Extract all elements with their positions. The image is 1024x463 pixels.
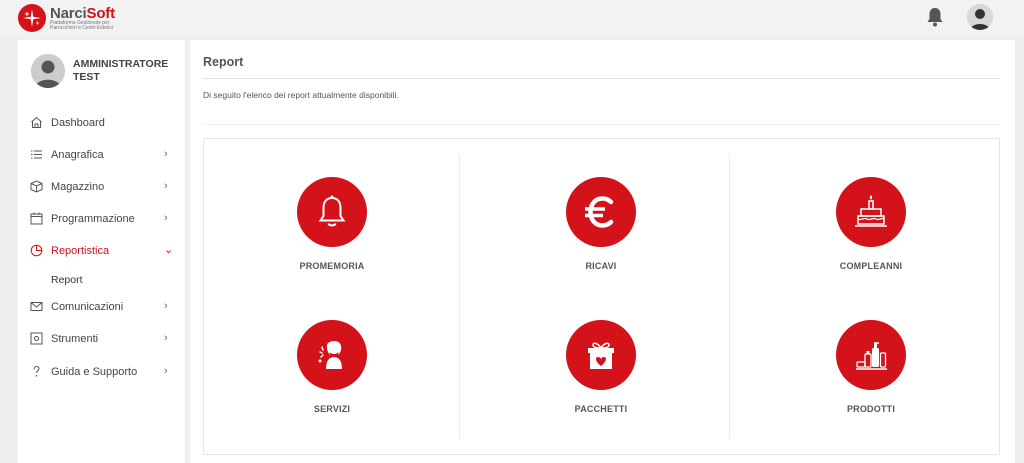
sidebar-item-label: Programmazione — [51, 213, 135, 225]
user-profile: AMMINISTRATORE TEST — [31, 54, 181, 94]
euro-icon — [566, 177, 636, 247]
notifications-bell-icon[interactable] — [925, 6, 945, 28]
birthday-cake-icon — [836, 177, 906, 247]
sidebar-item-label: Guida e Supporto — [51, 366, 138, 378]
report-tile-servizi[interactable]: SERVIZI — [242, 320, 422, 440]
sidebar-item-label: Dashboard — [51, 117, 105, 129]
calendar-icon — [30, 212, 43, 225]
envelope-icon — [30, 300, 43, 313]
avatar — [31, 54, 65, 88]
sidebar-item-comunicazioni[interactable]: Comunicazioni › — [18, 296, 185, 318]
report-tile-ricavi[interactable]: RICAVI — [511, 177, 691, 297]
home-icon — [30, 116, 43, 129]
chevron-right-icon: › — [164, 365, 168, 377]
report-label: SERVIZI — [313, 404, 351, 414]
sidebar-subitem-report[interactable]: Report — [51, 274, 83, 286]
sidebar-item-label: Reportistica — [51, 245, 110, 257]
report-label: PROMEMORIA — [299, 261, 365, 271]
logo[interactable]: NarciSoft Piattaforma Gestionale per Par… — [18, 3, 120, 33]
cosmetic-products-icon — [836, 320, 906, 390]
logo-tagline: Piattaforma Gestionale per Parrucchieri … — [50, 19, 114, 31]
chevron-right-icon: › — [164, 332, 168, 344]
question-icon — [30, 365, 43, 378]
report-label: COMPLEANNI — [839, 261, 903, 271]
gift-box-icon — [566, 320, 636, 390]
report-tile-compleanni[interactable]: COMPLEANNI — [781, 177, 961, 297]
page-title: Report — [203, 55, 244, 69]
main-content: Report Di seguito l'elenco dei report at… — [190, 40, 1015, 463]
page-description: Di seguito l'elenco dei report attualmen… — [203, 90, 399, 100]
bell-icon — [297, 177, 367, 247]
report-label: PRODOTTI — [846, 404, 896, 414]
report-grid: PROMEMORIA RICAVI COMPLEANNI SERVIZI PAC… — [203, 138, 1000, 455]
sidebar-item-label: Anagrafica — [51, 149, 104, 161]
sidebar-item-label: Strumenti — [51, 333, 99, 345]
box-icon — [30, 180, 43, 193]
chevron-right-icon: › — [164, 212, 168, 224]
description-divider — [203, 124, 1000, 125]
sidebar-item-label: Magazzino — [51, 181, 105, 193]
column-divider — [459, 154, 460, 439]
chevron-right-icon: › — [164, 148, 168, 160]
sidebar-item-dashboard[interactable]: Dashboard — [18, 112, 185, 134]
logo-sparkle-icon — [18, 4, 46, 32]
chevron-right-icon: › — [164, 300, 168, 312]
sidebar-item-reportistica[interactable]: Reportistica ⌄ — [18, 240, 185, 262]
report-tile-promemoria[interactable]: PROMEMORIA — [242, 177, 422, 297]
report-label: RICAVI — [585, 261, 617, 271]
report-tile-prodotti[interactable]: PRODOTTI — [781, 320, 961, 440]
user-name: AMMINISTRATORE TEST — [73, 58, 169, 83]
report-tile-pacchetti[interactable]: PACCHETTI — [511, 320, 691, 440]
top-bar: NarciSoft Piattaforma Gestionale per Par… — [0, 0, 1024, 36]
list-icon — [30, 148, 43, 161]
title-divider — [203, 78, 1000, 79]
sidebar-item-magazzino[interactable]: Magazzino › — [18, 176, 185, 198]
sidebar-item-anagrafica[interactable]: Anagrafica › — [18, 144, 185, 166]
logo-name: NarciSoft — [50, 6, 120, 21]
user-avatar-icon[interactable] — [967, 4, 993, 30]
sidebar-item-strumenti[interactable]: Strumenti › — [18, 328, 185, 350]
beauty-woman-icon — [297, 320, 367, 390]
sidebar-item-label: Comunicazioni — [51, 301, 124, 313]
sidebar-item-guida-e-supporto[interactable]: Guida e Supporto › — [18, 361, 185, 383]
sidebar: AMMINISTRATORE TEST Dashboard Anagrafica… — [18, 40, 185, 463]
logo-name-part2: Soft — [86, 4, 116, 22]
tools-icon — [30, 332, 43, 345]
pie-chart-icon — [30, 244, 43, 257]
chevron-right-icon: › — [164, 180, 168, 192]
logo-name-part1: Narci — [50, 4, 87, 22]
sidebar-item-programmazione[interactable]: Programmazione › — [18, 208, 185, 230]
column-divider — [729, 154, 730, 439]
report-label: PACCHETTI — [574, 404, 628, 414]
chevron-down-icon: ⌄ — [164, 244, 174, 256]
